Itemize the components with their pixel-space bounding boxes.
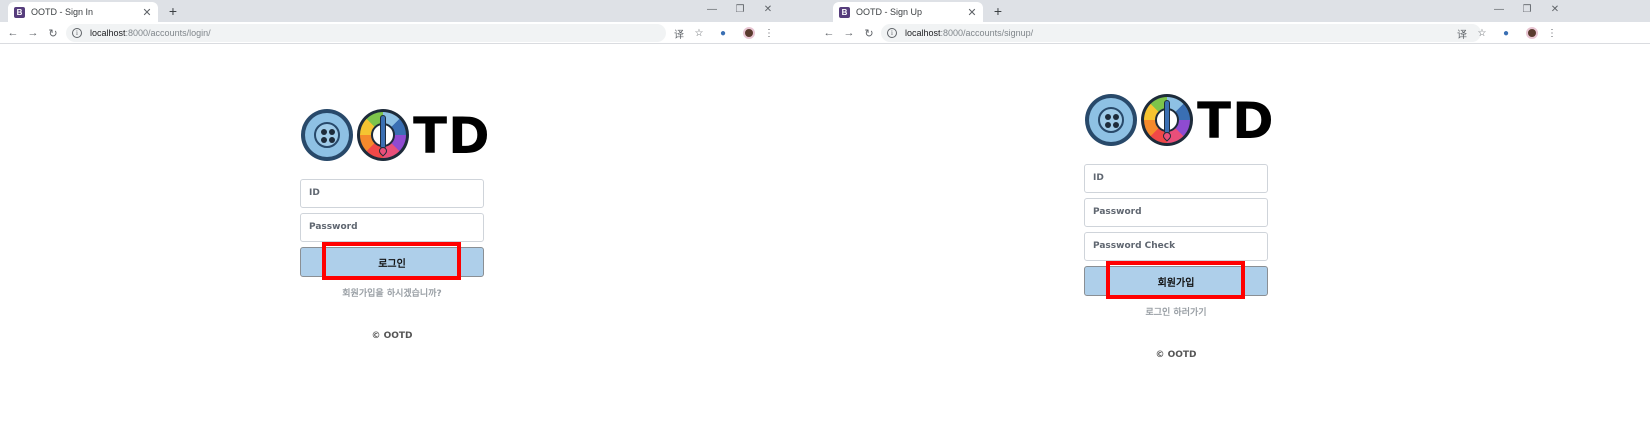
extension-icon[interactable]: ● [1499, 26, 1513, 40]
minimize-icon[interactable]: — [1485, 1, 1513, 19]
password-input[interactable]: Password [1084, 198, 1268, 227]
tab-strip: B OOTD - Sign Up ✕ + — ❐ ✕ [825, 0, 1650, 22]
browser-toolbar: ← → ↻ i localhost:8000/accounts/signup/ … [825, 22, 1650, 44]
minimize-icon[interactable]: — [698, 1, 726, 19]
highlight-box [322, 242, 461, 280]
translate-icon[interactable]: 译 [672, 26, 686, 41]
signup-form: TD ID Password Password Check 회원가입 로그인 하… [1084, 92, 1274, 360]
color-wheel-icon [357, 109, 409, 161]
menu-icon[interactable]: ⋮ [1545, 26, 1559, 40]
tab-sign-up[interactable]: B OOTD - Sign Up ✕ [833, 2, 983, 22]
back-icon[interactable]: ← [5, 25, 21, 41]
tab-title: OOTD - Sign In [31, 7, 94, 17]
browser-toolbar: ← → ↻ i localhost:8000/accounts/login/ 译… [0, 22, 825, 44]
id-input[interactable]: ID [300, 179, 484, 208]
button-icon [1085, 94, 1137, 146]
new-tab-button[interactable]: + [165, 3, 181, 19]
footer-copyright: © OOTD [371, 331, 413, 341]
tab-strip: B OOTD - Sign In ✕ + — ❐ ✕ [0, 0, 825, 22]
tab-sign-in[interactable]: B OOTD - Sign In ✕ [8, 2, 158, 22]
forward-icon[interactable]: → [25, 25, 41, 41]
info-icon[interactable]: i [887, 28, 897, 38]
login-browser-window: B OOTD - Sign In ✕ + — ❐ ✕ ← → ↻ i local… [0, 0, 825, 435]
star-icon[interactable]: ☆ [692, 26, 706, 40]
back-icon[interactable]: ← [825, 25, 837, 41]
new-tab-button[interactable]: + [990, 3, 1006, 19]
logo-text: TD [1197, 92, 1275, 150]
restore-icon[interactable]: ❐ [1513, 1, 1541, 19]
info-icon[interactable]: i [72, 28, 82, 38]
close-icon[interactable]: ✕ [965, 5, 979, 19]
menu-icon[interactable]: ⋮ [762, 26, 776, 40]
address-bar[interactable]: i localhost:8000/accounts/signup/ [881, 24, 1481, 42]
extension-icon[interactable]: ● [716, 26, 730, 40]
address-bar[interactable]: i localhost:8000/accounts/login/ [66, 24, 666, 42]
page-content: TD ID Password Password Check 회원가입 로그인 하… [825, 44, 1650, 435]
profile-avatar[interactable] [1525, 26, 1539, 40]
forward-icon[interactable]: → [841, 25, 857, 41]
button-icon [301, 109, 353, 161]
highlight-box [1106, 261, 1245, 299]
url-path: :8000/accounts/login/ [125, 28, 211, 38]
restore-icon[interactable]: ❐ [726, 1, 754, 19]
url-host: localhost [90, 28, 126, 38]
logo-text: TD [413, 107, 491, 165]
password-check-input[interactable]: Password Check [1084, 232, 1268, 261]
signup-browser-window: B OOTD - Sign Up ✕ + — ❐ ✕ ← → ↻ i local… [825, 0, 1650, 435]
bootstrap-favicon-icon: B [839, 6, 850, 18]
url-path: :8000/accounts/signup/ [940, 28, 1034, 38]
url-host: localhost [905, 28, 941, 38]
profile-avatar[interactable] [742, 26, 756, 40]
reload-icon[interactable]: ↻ [45, 25, 61, 41]
close-icon[interactable]: ✕ [140, 5, 154, 19]
tab-title: OOTD - Sign Up [856, 7, 923, 17]
ootd-logo: TD [1084, 92, 1274, 150]
ootd-logo: TD [300, 107, 490, 165]
reload-icon[interactable]: ↻ [861, 25, 877, 41]
color-wheel-icon [1141, 94, 1193, 146]
page-content: TD ID Password 로그인 회원가입을 하시겠습니까? © OOTD [0, 44, 825, 435]
window-close-icon[interactable]: ✕ [1541, 1, 1569, 19]
id-input[interactable]: ID [1084, 164, 1268, 193]
login-form: TD ID Password 로그인 회원가입을 하시겠습니까? © OOTD [300, 107, 490, 341]
signup-button[interactable]: 회원가입 [1084, 261, 1268, 299]
login-link[interactable]: 로그인 하러가기 [1084, 305, 1268, 318]
bootstrap-favicon-icon: B [14, 6, 25, 18]
window-close-icon[interactable]: ✕ [754, 1, 782, 19]
login-button[interactable]: 로그인 [300, 242, 484, 280]
footer-copyright: © OOTD [1155, 350, 1197, 360]
star-icon[interactable]: ☆ [1475, 26, 1489, 40]
password-input[interactable]: Password [300, 213, 484, 242]
translate-icon[interactable]: 译 [1455, 26, 1469, 41]
signup-link[interactable]: 회원가입을 하시겠습니까? [300, 286, 484, 299]
